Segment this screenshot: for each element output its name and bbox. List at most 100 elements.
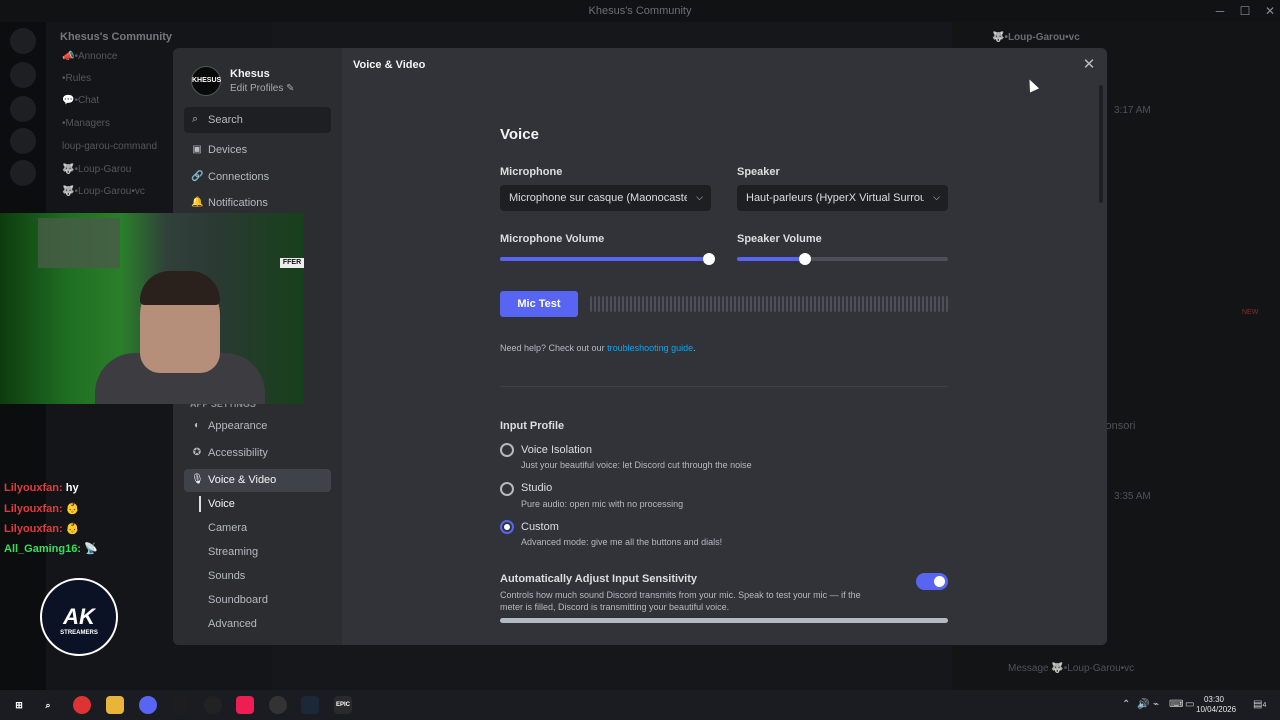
server-icon[interactable] [10,128,36,154]
meter-tick [746,296,748,312]
display-icon[interactable]: ▭ [1185,699,1194,710]
nav-item-connections[interactable]: 🔗 Connections [184,166,331,189]
divider [500,386,948,387]
sensitivity-desc: Controls how much sound Discord transmit… [500,590,861,612]
sub-item-camera[interactable]: Camera [208,522,247,534]
nav-item-accessibility[interactable]: ✪ Accessibility [184,442,331,465]
logo-sub-text: STREAMERS [60,630,98,636]
mic-volume-slider[interactable] [500,253,715,265]
sub-item-streaming[interactable]: Streaming [208,546,258,558]
meter-tick [682,296,684,312]
slider-handle[interactable] [702,253,715,265]
meter-tick [918,296,920,312]
minimize-button[interactable]: ─ [1212,3,1228,19]
network-icon[interactable]: ⌁ [1153,699,1159,710]
server-icon[interactable] [10,28,36,54]
channel-item[interactable]: loup-garou-command [62,141,157,152]
tiktok-icon[interactable] [236,696,254,714]
search-icon[interactable]: ⌕ [39,696,57,714]
channel-item[interactable]: 💬•Chat [62,95,99,106]
clock-date: 10/04/2026 [1196,705,1237,714]
chrome-icon[interactable] [73,696,91,714]
server-icon[interactable] [10,160,36,186]
chat-message: All_Gaming16: 📡 [4,542,98,555]
obs-icon[interactable] [204,696,222,714]
meter-tick [654,296,656,312]
server-icon[interactable] [10,96,36,122]
channel-item[interactable]: 🐺•Loup-Garou [62,164,131,175]
palette-icon: ◐ [193,420,201,431]
server-name[interactable]: Khesus's Community [60,31,172,43]
volume-icon[interactable]: 🔊 [1137,699,1149,710]
custom-radio[interactable] [500,520,514,534]
voice-isolation-radio[interactable] [500,443,514,457]
folder-icon[interactable] [106,696,124,714]
close-icon[interactable]: ✕ [1081,57,1097,73]
sub-item-sounds[interactable]: Sounds [208,570,245,582]
voice-isolation-desc: Just your beautiful voice: let Discord c… [521,460,752,470]
microphone-label: Microphone [500,166,563,178]
nav-label: Voice & Video [208,474,277,486]
chat-text: 👶 [65,523,80,535]
meter-tick [854,296,856,312]
voice-isolation-label[interactable]: Voice Isolation [521,444,592,456]
sub-item-voice[interactable]: Voice [208,498,235,510]
sensitivity-bar [500,618,948,623]
sub-item-soundboard[interactable]: Soundboard [208,594,268,606]
maximize-button[interactable]: ☐ [1237,3,1253,19]
message-input[interactable]: Message 🐺•Loup-Garou•vc [1008,663,1134,674]
terminal-icon[interactable] [171,696,189,714]
settings-search[interactable]: ⌕ [184,107,331,133]
nav-label: Appearance [208,420,268,432]
meter-tick [658,296,660,312]
steam-icon[interactable] [301,696,319,714]
speaker-volume-slider[interactable] [737,253,948,265]
microphone-select[interactable]: Microphone sur casque (Maonocaster ⌵ [500,185,711,211]
app-icon[interactable] [269,696,287,714]
meter-tick [914,296,916,312]
channel-item[interactable]: •Managers [62,118,110,129]
edit-profiles-link[interactable]: Edit Profiles ✎ [230,83,295,94]
nav-item-notifications[interactable]: 🔔 Notifications [184,192,331,215]
meter-tick [810,296,812,312]
meter-tick [934,296,936,312]
channel-item[interactable]: •Rules [62,73,91,84]
custom-label[interactable]: Custom [521,521,559,533]
scrollbar[interactable] [1099,85,1103,203]
meter-tick [706,296,708,312]
slider-handle[interactable] [798,253,811,265]
speaker-select[interactable]: Haut-parleurs (HyperX Virtual Surround ⌵ [737,185,948,211]
auto-sensitivity-toggle[interactable] [916,573,948,590]
devices-icon: ▣ [192,144,202,155]
epic-games-icon[interactable]: EPIC [334,696,352,714]
channel-item[interactable]: 📣•Annonce [62,51,117,62]
notification-icon[interactable]: ▤4 [1253,699,1266,710]
sub-item-advanced[interactable]: Advanced [208,618,257,630]
meter-tick [718,296,720,312]
chevron-up-icon[interactable]: ⌃ [1122,699,1130,710]
bell-icon: 🔔 [191,197,204,208]
language-icon[interactable]: ⌨ [1169,699,1183,710]
meter-tick [686,296,688,312]
mic-test-button[interactable]: Mic Test [500,291,578,317]
meter-tick [634,296,636,312]
meter-tick [858,296,860,312]
nav-item-voice-video[interactable]: 🎙 Voice & Video [184,469,331,492]
nav-item-appearance[interactable]: ◐ Appearance [184,415,331,438]
nav-label: Notifications [208,197,268,209]
profile-avatar[interactable]: KHESUS [191,66,221,96]
search-input[interactable] [208,111,326,129]
server-icon[interactable] [10,62,36,88]
troubleshooting-link[interactable]: troubleshooting guide [607,343,693,353]
window-close-button[interactable]: ✕ [1262,3,1278,19]
system-clock[interactable]: 03:30 10/04/2026 [1196,695,1237,715]
discord-icon[interactable] [139,696,157,714]
meter-tick [826,296,828,312]
meter-tick [618,296,620,312]
new-badge: NEW [1242,309,1259,316]
studio-radio[interactable] [500,482,514,496]
channel-item[interactable]: 🐺•Loup-Garou•vc [62,186,145,197]
windows-start-icon[interactable]: ⊞ [10,696,28,714]
nav-item-devices[interactable]: ▣ Devices [184,139,331,162]
studio-label[interactable]: Studio [521,482,552,494]
